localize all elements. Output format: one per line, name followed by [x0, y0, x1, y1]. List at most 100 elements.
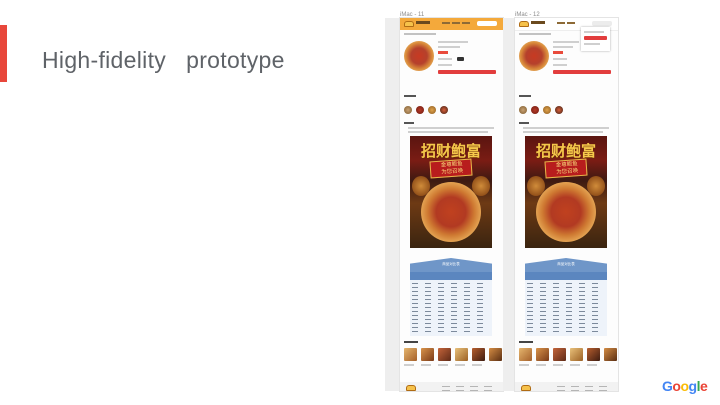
- desc-line: [408, 127, 494, 129]
- topping-thumb[interactable]: [440, 106, 448, 114]
- footer-link[interactable]: [599, 390, 607, 391]
- option-label: [438, 64, 452, 66]
- desc-line: [523, 127, 609, 129]
- table-row: [412, 291, 490, 292]
- google-letter: o: [672, 378, 681, 394]
- footer-link[interactable]: [442, 386, 450, 387]
- topping-thumb[interactable]: [555, 106, 563, 114]
- table-row: [527, 319, 605, 320]
- footer-link[interactable]: [557, 390, 565, 391]
- site-header: [400, 18, 503, 30]
- nav-item[interactable]: [557, 22, 565, 24]
- poster-title: 招财鲍富: [420, 142, 481, 160]
- table-row: [527, 291, 605, 292]
- table-row: [412, 283, 490, 284]
- footer-link[interactable]: [456, 390, 464, 391]
- add-to-cart-button[interactable]: [438, 70, 496, 74]
- recommend-item[interactable]: [553, 348, 566, 361]
- artboard-imac-12[interactable]: 招财鲍富 金尊鲍鱼 为您召唤 商品对比表: [515, 18, 618, 391]
- topping-thumb[interactable]: [428, 106, 436, 114]
- table-row: [412, 299, 490, 300]
- table-header-banner: 商品对比表: [410, 258, 492, 272]
- nav-item[interactable]: [452, 22, 460, 24]
- title-accent-bar: [0, 25, 7, 82]
- section-heading: [404, 95, 416, 97]
- poster-title: 招财鲍富: [535, 142, 596, 160]
- table-row: [412, 327, 490, 328]
- product-desc: [553, 46, 573, 48]
- footer-link[interactable]: [571, 386, 579, 387]
- footer-link[interactable]: [557, 386, 565, 387]
- breadcrumb: [519, 33, 551, 35]
- table-row: [527, 311, 605, 312]
- poster-banner: 金尊鲍鱼 为您召唤: [429, 158, 473, 179]
- recommend-item[interactable]: [519, 348, 532, 361]
- promo-poster: 招财鲍富 金尊鲍鱼 为您召唤: [525, 136, 607, 248]
- table-row: [527, 299, 605, 300]
- footer-link[interactable]: [442, 390, 450, 391]
- google-letter: o: [680, 378, 689, 394]
- dropdown-item[interactable]: [584, 43, 600, 45]
- footer-link[interactable]: [599, 386, 607, 387]
- table-row: [412, 287, 490, 288]
- recommend-item[interactable]: [472, 348, 485, 361]
- table-row: [412, 323, 490, 324]
- table-row: [527, 307, 605, 308]
- recommend-item[interactable]: [404, 348, 417, 361]
- footer-link[interactable]: [456, 386, 464, 387]
- topping-thumb[interactable]: [531, 106, 539, 114]
- poster-subtitle: 金尊鲍鱼 为您召唤: [440, 161, 464, 176]
- nav-item[interactable]: [442, 22, 450, 24]
- footer-link[interactable]: [470, 390, 478, 391]
- recommend-item[interactable]: [536, 348, 549, 361]
- topping-thumb[interactable]: [416, 106, 424, 114]
- table-title: 商品对比表: [557, 262, 575, 266]
- search-input[interactable]: [592, 21, 612, 26]
- size-option[interactable]: [457, 57, 464, 61]
- topping-thumb[interactable]: [404, 106, 412, 114]
- item-caption: [553, 364, 563, 366]
- topping-thumb[interactable]: [543, 106, 551, 114]
- cart-dropdown[interactable]: [581, 27, 610, 51]
- google-letter: e: [699, 378, 708, 394]
- footer-link[interactable]: [484, 390, 492, 391]
- footer-link[interactable]: [585, 390, 593, 391]
- poster-banner: 金尊鲍鱼 为您召唤: [544, 158, 588, 179]
- section-heading: [404, 122, 414, 124]
- slide-title: High-fidelity prototype: [42, 47, 285, 73]
- table-row: [412, 303, 490, 304]
- item-caption: [570, 364, 580, 366]
- recommend-item[interactable]: [489, 348, 502, 361]
- logo-wordmark: [416, 21, 430, 24]
- table-row: [412, 331, 490, 332]
- section-heading: [519, 95, 531, 97]
- dropdown-item[interactable]: [584, 31, 604, 33]
- footer-link[interactable]: [571, 390, 579, 391]
- logo-icon: [404, 21, 414, 27]
- topping-thumb[interactable]: [519, 106, 527, 114]
- recommend-item[interactable]: [421, 348, 434, 361]
- nav-item[interactable]: [462, 22, 470, 24]
- checkout-button[interactable]: [584, 36, 607, 40]
- footer-link[interactable]: [470, 386, 478, 387]
- comparison-table: [525, 272, 607, 336]
- product-price: [553, 51, 563, 54]
- product-desc: [438, 46, 460, 48]
- recommend-item[interactable]: [604, 348, 617, 361]
- canvas-gutter: [385, 18, 400, 391]
- nav-item[interactable]: [567, 22, 575, 24]
- recommend-item[interactable]: [438, 348, 451, 361]
- footer-link[interactable]: [585, 386, 593, 387]
- canvas-gutter: [503, 18, 515, 391]
- search-input[interactable]: [477, 21, 497, 26]
- table-row: [527, 283, 605, 284]
- recommend-item[interactable]: [455, 348, 468, 361]
- footer-link[interactable]: [484, 386, 492, 387]
- table-row: [412, 307, 490, 308]
- product-title: [438, 41, 468, 43]
- artboard-imac-11[interactable]: 招财鲍富 金尊鲍鱼 为您召唤 商品对比表: [400, 18, 503, 391]
- recommend-item[interactable]: [587, 348, 600, 361]
- add-to-cart-button[interactable]: [553, 70, 611, 74]
- product-image: [519, 41, 549, 71]
- recommend-item[interactable]: [570, 348, 583, 361]
